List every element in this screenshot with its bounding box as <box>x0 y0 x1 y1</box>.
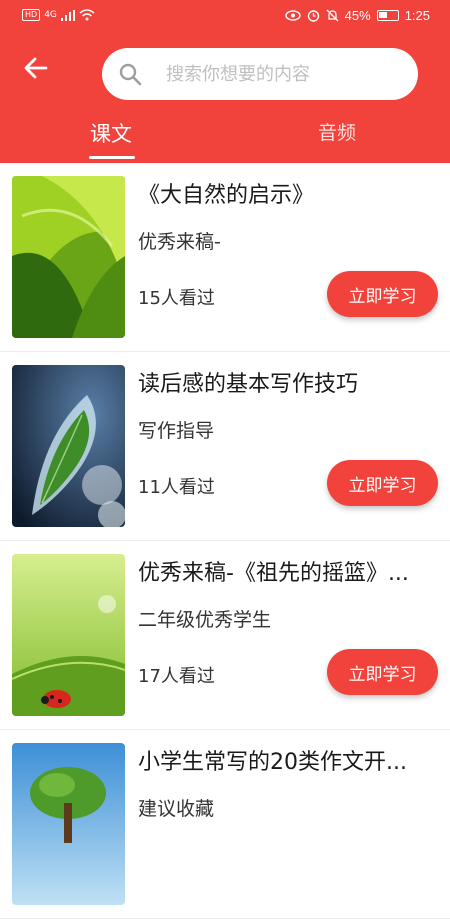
thumbnail-image <box>12 554 125 716</box>
item-title: 小学生常写的20类作文开... <box>138 750 407 775</box>
thumbnail-image <box>12 365 125 527</box>
status-bar: HD 4G 45% 1:25 <box>0 0 450 32</box>
battery-icon <box>376 10 399 21</box>
back-button[interactable] <box>20 52 52 84</box>
signal-icon <box>60 9 75 21</box>
thumbnail-image <box>12 743 125 905</box>
list-item[interactable]: 《大自然的启示》 优秀来稿- 15人看过 立即学习 <box>0 163 450 352</box>
clock-time: 1:25 <box>404 8 430 23</box>
tab-indicator <box>89 156 135 159</box>
hd-badge: HD <box>22 9 41 21</box>
view-count: 17人看过 <box>138 666 215 687</box>
battery-percent: 45% <box>344 8 371 23</box>
eye-icon <box>284 10 301 21</box>
item-title: 《大自然的启示》 <box>138 183 315 208</box>
item-title: 优秀来稿-《祖先的摇篮》... <box>138 561 409 586</box>
study-now-button[interactable]: 立即学习 <box>327 460 438 506</box>
search-bar[interactable] <box>102 48 418 100</box>
alarm-icon <box>307 10 319 22</box>
study-now-button[interactable]: 立即学习 <box>327 271 438 317</box>
app-header: HD 4G 45% 1:25 课文 音频 <box>0 0 450 163</box>
search-input[interactable] <box>166 48 406 100</box>
item-subtitle: 建议收藏 <box>138 798 215 820</box>
item-title: 读后感的基本写作技巧 <box>138 372 359 397</box>
item-subtitle: 写作指导 <box>138 420 215 442</box>
view-count: 15人看过 <box>138 288 215 309</box>
tab-text[interactable]: 课文 <box>90 118 132 148</box>
item-subtitle: 优秀来稿- <box>138 231 221 253</box>
back-arrow-icon <box>24 57 48 79</box>
item-subtitle: 二年级优秀学生 <box>138 609 272 631</box>
status-right: 45% 1:25 <box>284 8 430 23</box>
list-item[interactable]: 优秀来稿-《祖先的摇篮》... 二年级优秀学生 17人看过 立即学习 <box>0 541 450 730</box>
study-now-button[interactable]: 立即学习 <box>327 649 438 695</box>
search-icon <box>119 63 142 86</box>
view-count: 11人看过 <box>138 477 215 498</box>
wifi-icon <box>79 9 95 21</box>
thumbnail-image <box>12 176 125 338</box>
list-item[interactable]: 读后感的基本写作技巧 写作指导 11人看过 立即学习 <box>0 352 450 541</box>
status-left: HD 4G <box>22 9 95 21</box>
list-item[interactable]: 小学生常写的20类作文开... 建议收藏 <box>0 730 450 919</box>
tab-audio[interactable]: 音频 <box>318 118 356 145</box>
article-list: 《大自然的启示》 优秀来稿- 15人看过 立即学习 读后感的基本写作技巧 写作指… <box>0 163 450 919</box>
network-label: 4G <box>44 10 57 20</box>
mute-icon <box>326 9 339 22</box>
